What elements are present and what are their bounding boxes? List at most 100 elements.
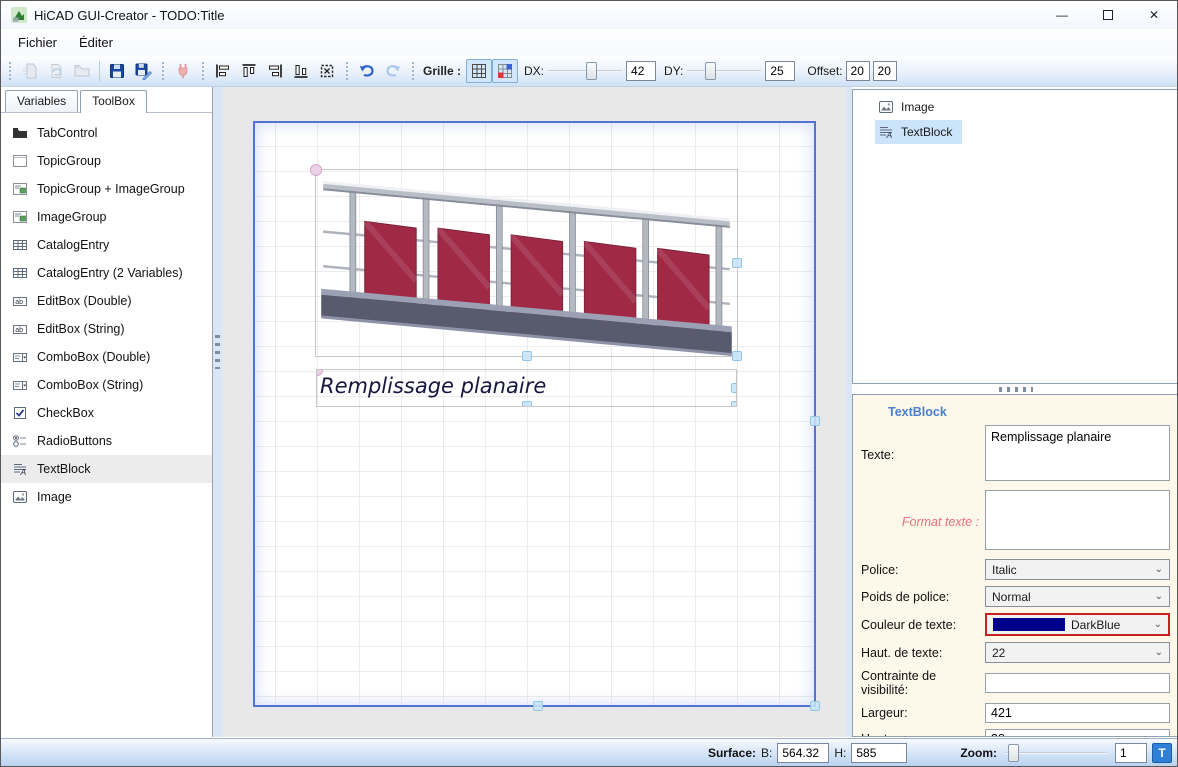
toolbar-grip[interactable] bbox=[412, 62, 415, 80]
police-combobox[interactable]: Italic ⌄ bbox=[985, 559, 1170, 580]
textblock-handle-bottomright[interactable] bbox=[731, 401, 737, 407]
image-handle-bottom[interactable] bbox=[522, 351, 532, 361]
prop-row-contrainte: Contrainte de visibilité: bbox=[861, 669, 1170, 697]
dy-slider[interactable] bbox=[687, 61, 761, 81]
format-texte-textarea[interactable] bbox=[985, 490, 1170, 550]
toolbox-item-topicgroup-imagegroup[interactable]: TopicGroup + ImageGroup bbox=[1, 175, 212, 203]
surface-h-input[interactable] bbox=[851, 743, 907, 763]
maximize-button[interactable] bbox=[1085, 1, 1131, 29]
save-button[interactable] bbox=[104, 59, 130, 83]
toolbox-item-topicgroup[interactable]: TopicGroup bbox=[1, 147, 212, 175]
dx-input[interactable] bbox=[626, 61, 656, 81]
toolbox-item-editbox-double[interactable]: ab EditBox (Double) bbox=[1, 287, 212, 315]
toolbar-grip[interactable] bbox=[202, 62, 205, 80]
image-element[interactable] bbox=[315, 169, 738, 357]
toolbar-grip[interactable] bbox=[346, 62, 349, 80]
offset-x-input[interactable] bbox=[846, 61, 870, 81]
align-left-button[interactable] bbox=[210, 59, 236, 83]
toolbox-item-catalogentry-2[interactable]: CatalogEntry (2 Variables) bbox=[1, 259, 212, 287]
toolbar-grip[interactable] bbox=[162, 62, 165, 80]
app-window: HiCAD GUI-Creator - TODO:Title — ✕ Fichi… bbox=[0, 0, 1178, 767]
toolbar: Grille : DX: DY: Offset: bbox=[1, 56, 1177, 87]
offset-label: Offset: bbox=[807, 64, 842, 78]
page-handle-bottomright[interactable] bbox=[810, 701, 820, 711]
align-top-button[interactable] bbox=[236, 59, 262, 83]
grid-snap-toggle-button[interactable] bbox=[492, 59, 518, 83]
page-handle-right[interactable] bbox=[810, 416, 820, 426]
left-splitter[interactable] bbox=[213, 87, 222, 737]
tab-variables[interactable]: Variables bbox=[5, 90, 78, 112]
chevron-down-icon: ⌄ bbox=[1154, 619, 1162, 630]
toolbox-item-imagegroup[interactable]: ImageGroup bbox=[1, 203, 212, 231]
dx-slider-thumb[interactable] bbox=[586, 62, 597, 80]
textblock-handle-right[interactable] bbox=[731, 383, 737, 393]
redo-button[interactable] bbox=[380, 59, 406, 83]
prop-row-format: Format texte : bbox=[861, 490, 1170, 553]
title-bar: HiCAD GUI-Creator - TODO:Title — ✕ bbox=[1, 1, 1177, 29]
open-folder-button[interactable] bbox=[69, 59, 95, 83]
menu-item-editer[interactable]: Éditer bbox=[68, 31, 124, 54]
grid-toggle-button[interactable] bbox=[466, 59, 492, 83]
panel-splitter[interactable] bbox=[852, 384, 1178, 394]
toolbox-item-combobox-double[interactable]: ComboBox (Double) bbox=[1, 343, 212, 371]
menu-bar: Fichier Éditer bbox=[1, 29, 1177, 56]
toolbox-item-editbox-string[interactable]: ab EditBox (String) bbox=[1, 315, 212, 343]
hauteur-input[interactable] bbox=[985, 729, 1170, 737]
image-handle-topleft[interactable] bbox=[310, 164, 322, 176]
dy-input[interactable] bbox=[765, 61, 795, 81]
zoom-label: Zoom: bbox=[960, 746, 997, 760]
toolbox-item-radiobuttons[interactable]: RadioButtons bbox=[1, 427, 212, 455]
tab-toolbox[interactable]: ToolBox bbox=[80, 90, 147, 113]
left-panel: Variables ToolBox TabControl TopicGroup … bbox=[1, 87, 213, 737]
surface-b-input[interactable] bbox=[777, 743, 829, 763]
text-mode-button[interactable]: T bbox=[1152, 743, 1172, 763]
svg-text:ab: ab bbox=[15, 299, 23, 306]
toolbox-item-textblock[interactable]: A TextBlock bbox=[1, 455, 212, 483]
new-file-button[interactable] bbox=[17, 59, 43, 83]
plug-button[interactable] bbox=[170, 59, 196, 83]
align-right-button[interactable] bbox=[262, 59, 288, 83]
toolbox-item-catalogentry[interactable]: CatalogEntry bbox=[1, 231, 212, 259]
editbox-icon: ab bbox=[12, 293, 28, 309]
resize-frame-button[interactable] bbox=[314, 59, 340, 83]
textblock-element[interactable]: Remplissage planaire bbox=[316, 369, 737, 407]
undo-button[interactable] bbox=[354, 59, 380, 83]
contrainte-label: Contrainte de visibilité: bbox=[861, 669, 985, 697]
zoom-slider[interactable] bbox=[1006, 743, 1106, 763]
railing-image bbox=[316, 170, 737, 356]
design-page[interactable]: Remplissage planaire bbox=[253, 121, 816, 707]
dx-slider[interactable] bbox=[548, 61, 622, 81]
toolbox-item-checkbox[interactable]: CheckBox bbox=[1, 399, 212, 427]
h-label: H: bbox=[834, 746, 846, 760]
minimize-button[interactable]: — bbox=[1039, 1, 1085, 29]
haut-combobox[interactable]: 22 ⌄ bbox=[985, 642, 1170, 663]
grille-label: Grille : bbox=[423, 64, 461, 78]
align-bottom-button[interactable] bbox=[288, 59, 314, 83]
zoom-input[interactable] bbox=[1115, 743, 1147, 763]
contrainte-input[interactable] bbox=[985, 673, 1170, 693]
textblock-handle-bottom[interactable] bbox=[522, 401, 532, 407]
largeur-input[interactable] bbox=[985, 703, 1170, 723]
page-handle-bottom[interactable] bbox=[533, 701, 543, 711]
couleur-combobox[interactable]: DarkBlue ⌄ bbox=[985, 613, 1170, 636]
toolbox-item-combobox-string[interactable]: ComboBox (String) bbox=[1, 371, 212, 399]
menu-item-fichier[interactable]: Fichier bbox=[7, 31, 68, 54]
image-handle-bottomright[interactable] bbox=[732, 351, 742, 361]
reload-file-button[interactable] bbox=[43, 59, 69, 83]
save-as-button[interactable] bbox=[130, 59, 156, 83]
offset-y-input[interactable] bbox=[873, 61, 897, 81]
editbox-icon: ab bbox=[12, 321, 28, 337]
image-handle-right[interactable] bbox=[732, 258, 742, 268]
toolbar-grip[interactable] bbox=[9, 62, 12, 80]
toolbox-item-tabcontrol[interactable]: TabControl bbox=[1, 119, 212, 147]
chevron-down-icon: ⌄ bbox=[1155, 564, 1163, 575]
texte-textarea[interactable]: Remplissage planaire bbox=[985, 425, 1170, 481]
dy-slider-thumb[interactable] bbox=[705, 62, 716, 80]
tree-item-textblock[interactable]: A TextBlock bbox=[875, 120, 962, 144]
zoom-slider-thumb[interactable] bbox=[1008, 744, 1019, 762]
close-button[interactable]: ✕ bbox=[1131, 1, 1177, 29]
canvas-area: Remplissage planaire bbox=[222, 87, 846, 737]
tree-item-image[interactable]: Image bbox=[853, 95, 1178, 119]
poids-combobox[interactable]: Normal ⌄ bbox=[985, 586, 1170, 607]
toolbox-item-image[interactable]: Image bbox=[1, 483, 212, 511]
